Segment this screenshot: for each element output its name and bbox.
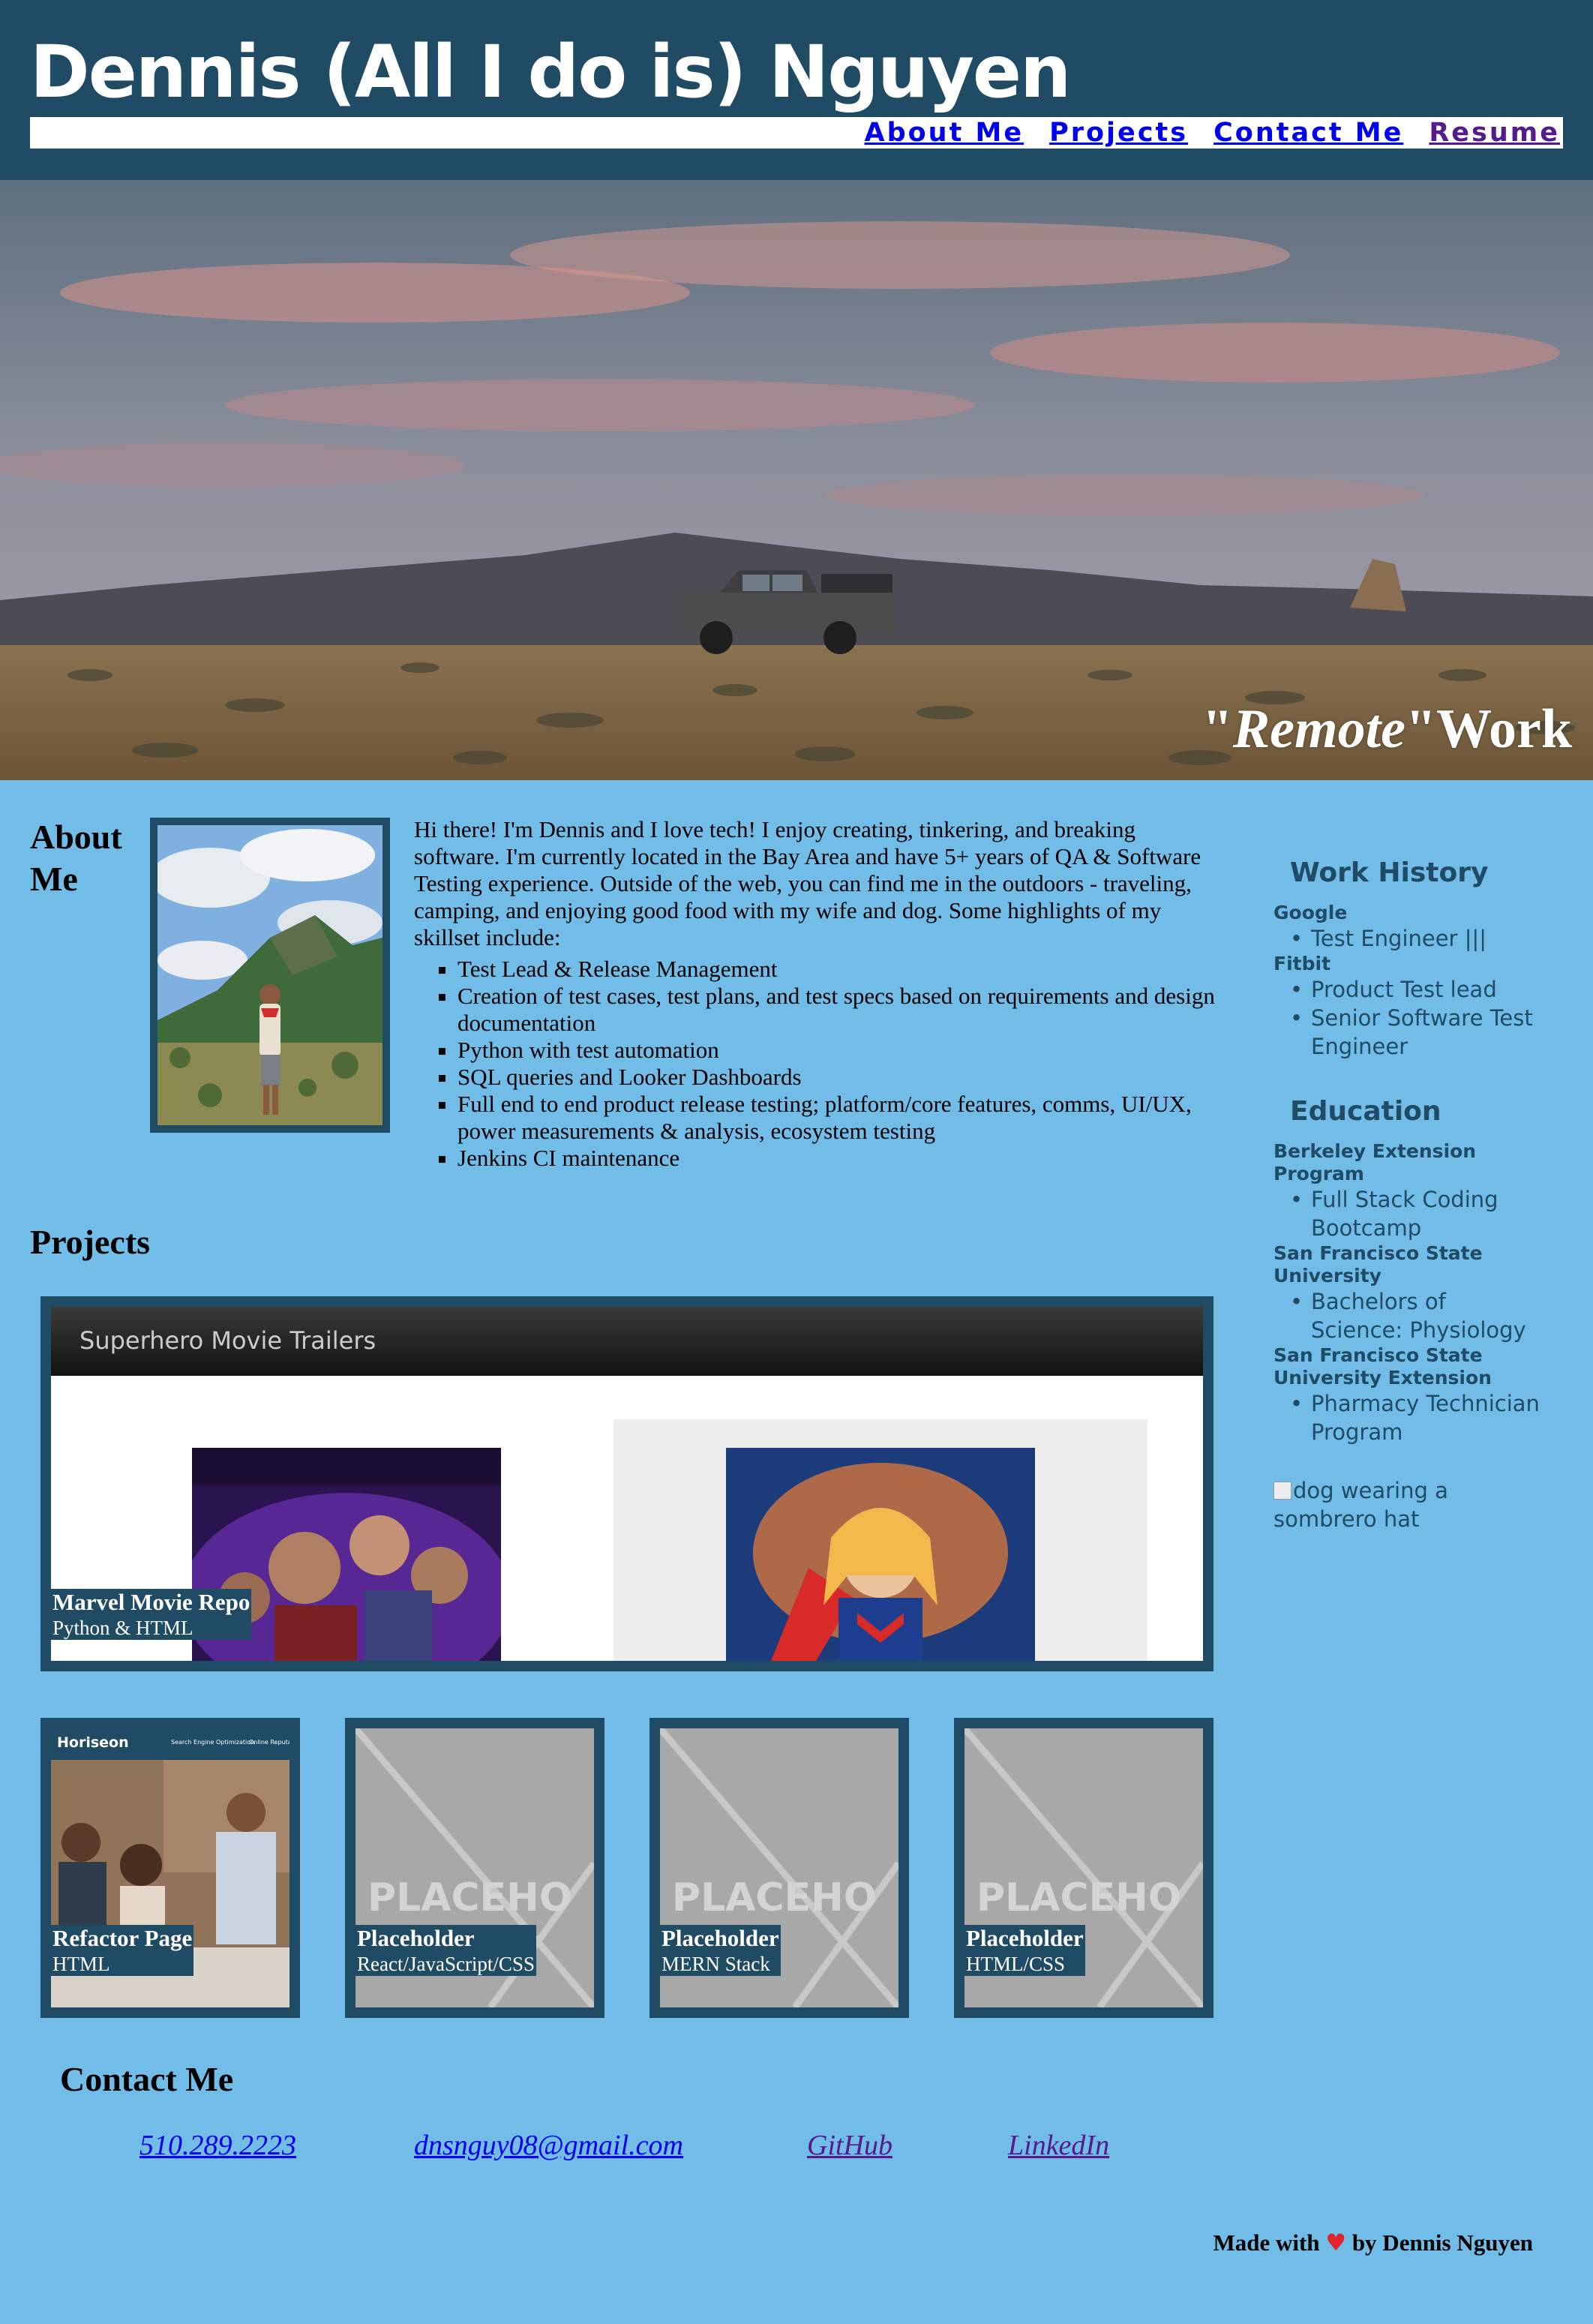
project-tech: MERN Stack xyxy=(662,1953,770,1975)
horiseon-brand: Horiseon xyxy=(57,1734,129,1751)
hero-caption-quote: " xyxy=(1202,698,1233,760)
broken-dog-image: dog wearing a sombrero hat xyxy=(1274,1476,1544,1533)
phone-link[interactable]: 510.289.2223 xyxy=(140,2129,296,2162)
footer-made-with: Made with xyxy=(1213,2229,1320,2256)
nav-link-about[interactable]: About Me xyxy=(865,118,1024,148)
work-role-text: Test Engineer ||| xyxy=(1311,926,1487,951)
work-role-text: Senior Software Test Engineer xyxy=(1311,1005,1533,1059)
github-link[interactable]: GitHub xyxy=(807,2129,892,2162)
education-org: San Francisco State University Extension xyxy=(1274,1344,1492,1389)
education-org: Berkeley Extension Program xyxy=(1274,1140,1477,1185)
project-title: Marvel Movie Repo xyxy=(52,1589,250,1615)
email-link[interactable]: dnsnguy08@gmail.com xyxy=(414,2129,683,2162)
work-history-heading: Work History xyxy=(1290,857,1489,888)
hero-caption-rest: Work xyxy=(1436,698,1572,760)
screenshot-title: Superhero Movie Trailers xyxy=(80,1326,376,1355)
nav-link-projects[interactable]: Projects xyxy=(1049,118,1188,148)
skill-item: Python with test automation xyxy=(458,1037,1224,1064)
broken-image-icon xyxy=(1274,1482,1292,1500)
work-org: Google xyxy=(1274,902,1348,923)
skill-item: Full end to end product release testing;… xyxy=(458,1091,1224,1145)
project-tech: Python & HTML xyxy=(52,1617,194,1639)
horiseon-header: Horiseon Search Engine Optimization Onli… xyxy=(51,1728,290,1760)
project-tech: HTML xyxy=(52,1953,110,1975)
project-card-refactor[interactable]: Horiseon Search Engine Optimization Onli… xyxy=(40,1718,300,2018)
captain-marvel-poster-image xyxy=(726,1448,1035,1661)
horiseon-nav-a: Search Engine Optimization xyxy=(171,1739,255,1746)
skill-item: SQL queries and Looker Dashboards xyxy=(458,1064,1224,1091)
education-program: • Full Stack Coding Bootcamp xyxy=(1290,1187,1498,1241)
dog-image-alt-text: dog wearing a sombrero hat xyxy=(1274,1478,1448,1532)
featured-project-card[interactable]: Superhero Movie Trailers Marvel Movie Re… xyxy=(40,1296,1214,1671)
skill-item: Test Lead & Release Management xyxy=(458,956,1224,983)
work-role-text: Product Test lead xyxy=(1311,977,1497,1002)
linkedin-link[interactable]: LinkedIn xyxy=(1008,2129,1109,2162)
work-role: • Test Engineer ||| xyxy=(1290,926,1487,951)
education-program: • Bachelors of Science: Physiology xyxy=(1290,1289,1526,1343)
nav-links: About Me Projects Contact Me Resume xyxy=(865,117,1561,149)
hero-caption-quote: " xyxy=(1405,698,1437,760)
about-text: Hi there! I'm Dennis and I love tech! I … xyxy=(414,816,1224,1172)
placeholder-image-text: PLACEHO xyxy=(672,1875,877,1920)
project-title: Refactor Page xyxy=(52,1925,193,1951)
project-tech: React/JavaScript/CSS xyxy=(357,1953,535,1975)
project-title: Placeholder xyxy=(662,1925,779,1951)
skill-item: Creation of test cases, test plans, and … xyxy=(458,983,1224,1037)
project-caption: Placeholder HTML/CSS xyxy=(964,1925,1085,1976)
education-program-text: Pharmacy Technician Program xyxy=(1311,1391,1540,1445)
footer: Made with ♥ by Dennis Nguyen xyxy=(1213,2229,1533,2256)
resume-sidebar: Work History Google • Test Engineer ||| F… xyxy=(1274,855,1544,1533)
education-heading: Education xyxy=(1290,1096,1442,1127)
about-intro: Hi there! I'm Dennis and I love tech! I … xyxy=(414,816,1202,950)
education-org: San Francisco State University xyxy=(1274,1242,1483,1287)
hero-caption: "Remote"Work xyxy=(1202,698,1572,761)
nav-link-contact[interactable]: Contact Me xyxy=(1214,118,1403,148)
footer-author: by Dennis Nguyen xyxy=(1352,2229,1533,2256)
hero-banner: "Remote"Work xyxy=(0,180,1593,780)
profile-photo xyxy=(150,818,390,1133)
education-program: • Pharmacy Technician Program xyxy=(1290,1391,1540,1445)
work-role: • Product Test lead xyxy=(1290,977,1497,1002)
projects-heading: Projects xyxy=(30,1223,151,1261)
education-program-text: Bachelors of Science: Physiology xyxy=(1311,1289,1526,1343)
project-card-placeholder[interactable]: PLACEHO Placeholder React/JavaScript/CSS xyxy=(345,1718,604,2018)
site-header: Dennis (All I do is) Nguyen About Me Pro… xyxy=(0,0,1593,180)
project-card-placeholder[interactable]: PLACEHO Placeholder MERN Stack xyxy=(650,1718,909,2018)
about-heading: About Me xyxy=(30,818,122,898)
screenshot-title-bar: Superhero Movie Trailers xyxy=(51,1307,1203,1376)
hero-desert-image xyxy=(0,180,1593,780)
heart-icon: ♥ xyxy=(1325,2229,1347,2256)
project-card-placeholder[interactable]: PLACEHO Placeholder HTML/CSS xyxy=(954,1718,1214,2018)
placeholder-image-text: PLACEHO xyxy=(368,1875,572,1920)
horiseon-nav-b: Online Reputati xyxy=(249,1739,290,1746)
work-role: • Senior Software Test Engineer xyxy=(1290,1005,1533,1059)
work-org: Fitbit xyxy=(1274,953,1331,974)
site-title: Dennis (All I do is) Nguyen xyxy=(30,30,1071,114)
skills-list: Test Lead & Release Management Creation … xyxy=(414,956,1224,1172)
project-caption: Placeholder React/JavaScript/CSS xyxy=(356,1925,536,1976)
project-caption: Refactor Page HTML xyxy=(51,1925,194,1976)
project-title: Placeholder xyxy=(966,1925,1084,1951)
education-program-text: Full Stack Coding Bootcamp xyxy=(1311,1187,1498,1241)
project-caption: Marvel Movie Repo Python & HTML xyxy=(51,1589,252,1640)
project-caption: Placeholder MERN Stack xyxy=(660,1925,781,1976)
project-tech: HTML/CSS xyxy=(966,1953,1066,1975)
project-title: Placeholder xyxy=(357,1925,475,1951)
nav-link-resume[interactable]: Resume xyxy=(1429,118,1560,148)
placeholder-image-text: PLACEHO xyxy=(976,1875,1181,1920)
contact-heading: Contact Me xyxy=(60,2060,234,2098)
hero-caption-emphasis: Remote xyxy=(1232,698,1406,760)
nav-bar: About Me Projects Contact Me Resume xyxy=(30,117,1563,149)
skill-item: Jenkins CI maintenance xyxy=(458,1145,1224,1172)
